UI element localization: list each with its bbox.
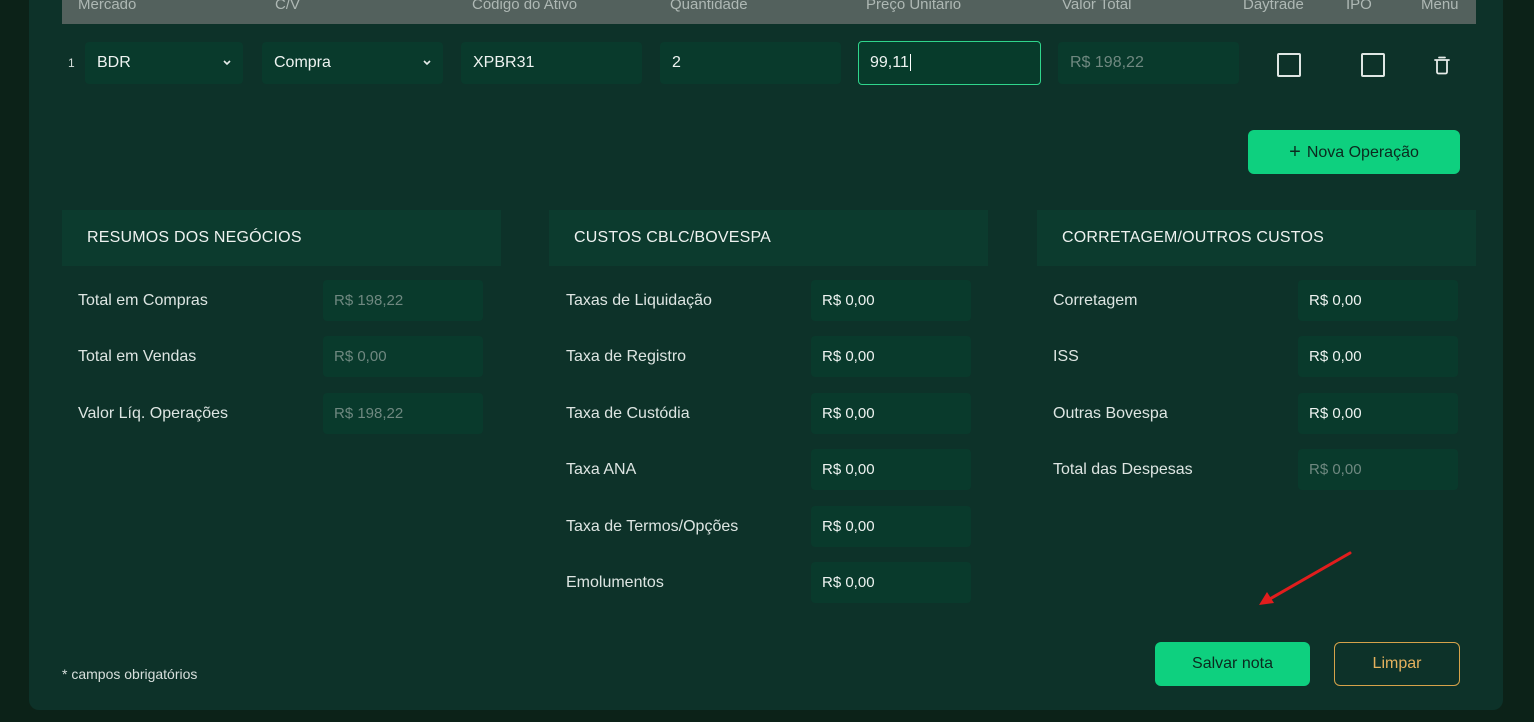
- header-mercado: Mercado: [78, 0, 137, 13]
- iss-label: ISS: [1053, 348, 1079, 365]
- valor-total-field: R$ 198,22: [1058, 42, 1239, 84]
- emolumentos-input[interactable]: R$ 0,00: [811, 562, 971, 603]
- salvar-nota-button[interactable]: Salvar nota: [1155, 642, 1310, 686]
- taxa-liquidacao-label: Taxas de Liquidação: [566, 292, 712, 309]
- preco-unitario-value: 99,11: [870, 54, 909, 71]
- nova-operacao-label: Nova Operação: [1306, 144, 1419, 161]
- taxa-registro-input[interactable]: R$ 0,00: [811, 336, 971, 377]
- row-index: 1: [68, 56, 75, 70]
- header-ipo: IPO: [1346, 0, 1372, 13]
- daytrade-checkbox[interactable]: [1277, 53, 1301, 77]
- outras-bovespa-input[interactable]: R$ 0,00: [1298, 393, 1458, 434]
- total-compras-field: R$ 198,22: [323, 280, 483, 321]
- chevron-down-icon: [223, 60, 231, 66]
- header-valor-total: Valor Total: [1062, 0, 1132, 13]
- taxa-termos-input[interactable]: R$ 0,00: [811, 506, 971, 547]
- header-codigo: Código do Ativo: [472, 0, 578, 13]
- quantidade-value: 2: [672, 54, 681, 71]
- header-daytrade: Daytrade: [1243, 0, 1304, 13]
- plus-icon: +: [1289, 141, 1301, 163]
- taxa-custodia-label: Taxa de Custódia: [566, 405, 690, 422]
- mercado-value: BDR: [97, 54, 131, 71]
- cv-value: Compra: [274, 54, 331, 71]
- emolumentos-label: Emolumentos: [566, 574, 664, 591]
- cv-select[interactable]: Compra: [262, 42, 443, 84]
- iss-input[interactable]: R$ 0,00: [1298, 336, 1458, 377]
- nova-operacao-button[interactable]: + Nova Operação: [1248, 130, 1460, 174]
- corretagem-label: Corretagem: [1053, 292, 1138, 309]
- taxa-custodia-input[interactable]: R$ 0,00: [811, 393, 971, 434]
- section-corretagem-title: CORRETAGEM/OUTROS CUSTOS: [1037, 210, 1476, 266]
- taxa-ana-input[interactable]: R$ 0,00: [811, 449, 971, 490]
- taxa-ana-label: Taxa ANA: [566, 461, 637, 478]
- total-despesas-label: Total das Despesas: [1053, 461, 1193, 478]
- taxa-termos-label: Taxa de Termos/Opções: [566, 518, 739, 535]
- valor-liq-field: R$ 198,22: [323, 393, 483, 434]
- valor-liq-label: Valor Líq. Operações: [78, 405, 229, 422]
- quantidade-input[interactable]: 2: [660, 42, 841, 84]
- section-resumos-title: RESUMOS DOS NEGÓCIOS: [62, 210, 501, 266]
- total-vendas-label: Total em Vendas: [78, 348, 197, 365]
- total-vendas-field: R$ 0,00: [323, 336, 483, 377]
- annotation-arrow-icon: [1259, 551, 1352, 605]
- total-despesas-field: R$ 0,00: [1298, 449, 1458, 490]
- taxa-liquidacao-input[interactable]: R$ 0,00: [811, 280, 971, 321]
- corretagem-input[interactable]: R$ 0,00: [1298, 280, 1458, 321]
- text-caret: [909, 54, 911, 72]
- section-custos-title: CUSTOS CBLC/BOVESPA: [549, 210, 988, 266]
- header-menu: Menu: [1421, 0, 1459, 13]
- valor-total-value: R$ 198,22: [1070, 54, 1144, 71]
- mercado-select[interactable]: BDR: [85, 42, 243, 84]
- ipo-checkbox[interactable]: [1361, 53, 1385, 77]
- codigo-ativo-input[interactable]: XPBR31: [461, 42, 642, 84]
- required-fields-note: * campos obrigatórios: [62, 666, 198, 682]
- outras-bovespa-label: Outras Bovespa: [1053, 405, 1168, 422]
- header-preco: Preço Unitário: [866, 0, 962, 13]
- header-quantidade: Quantidade: [670, 0, 748, 13]
- total-compras-label: Total em Compras: [78, 292, 208, 309]
- header-cv: C/V: [275, 0, 301, 13]
- chevron-down-icon: [423, 60, 431, 66]
- taxa-registro-label: Taxa de Registro: [566, 348, 687, 365]
- trash-icon[interactable]: [1433, 55, 1451, 75]
- preco-unitario-input[interactable]: 99,11: [858, 41, 1041, 85]
- codigo-ativo-value: XPBR31: [473, 54, 535, 71]
- limpar-button[interactable]: Limpar: [1334, 642, 1460, 686]
